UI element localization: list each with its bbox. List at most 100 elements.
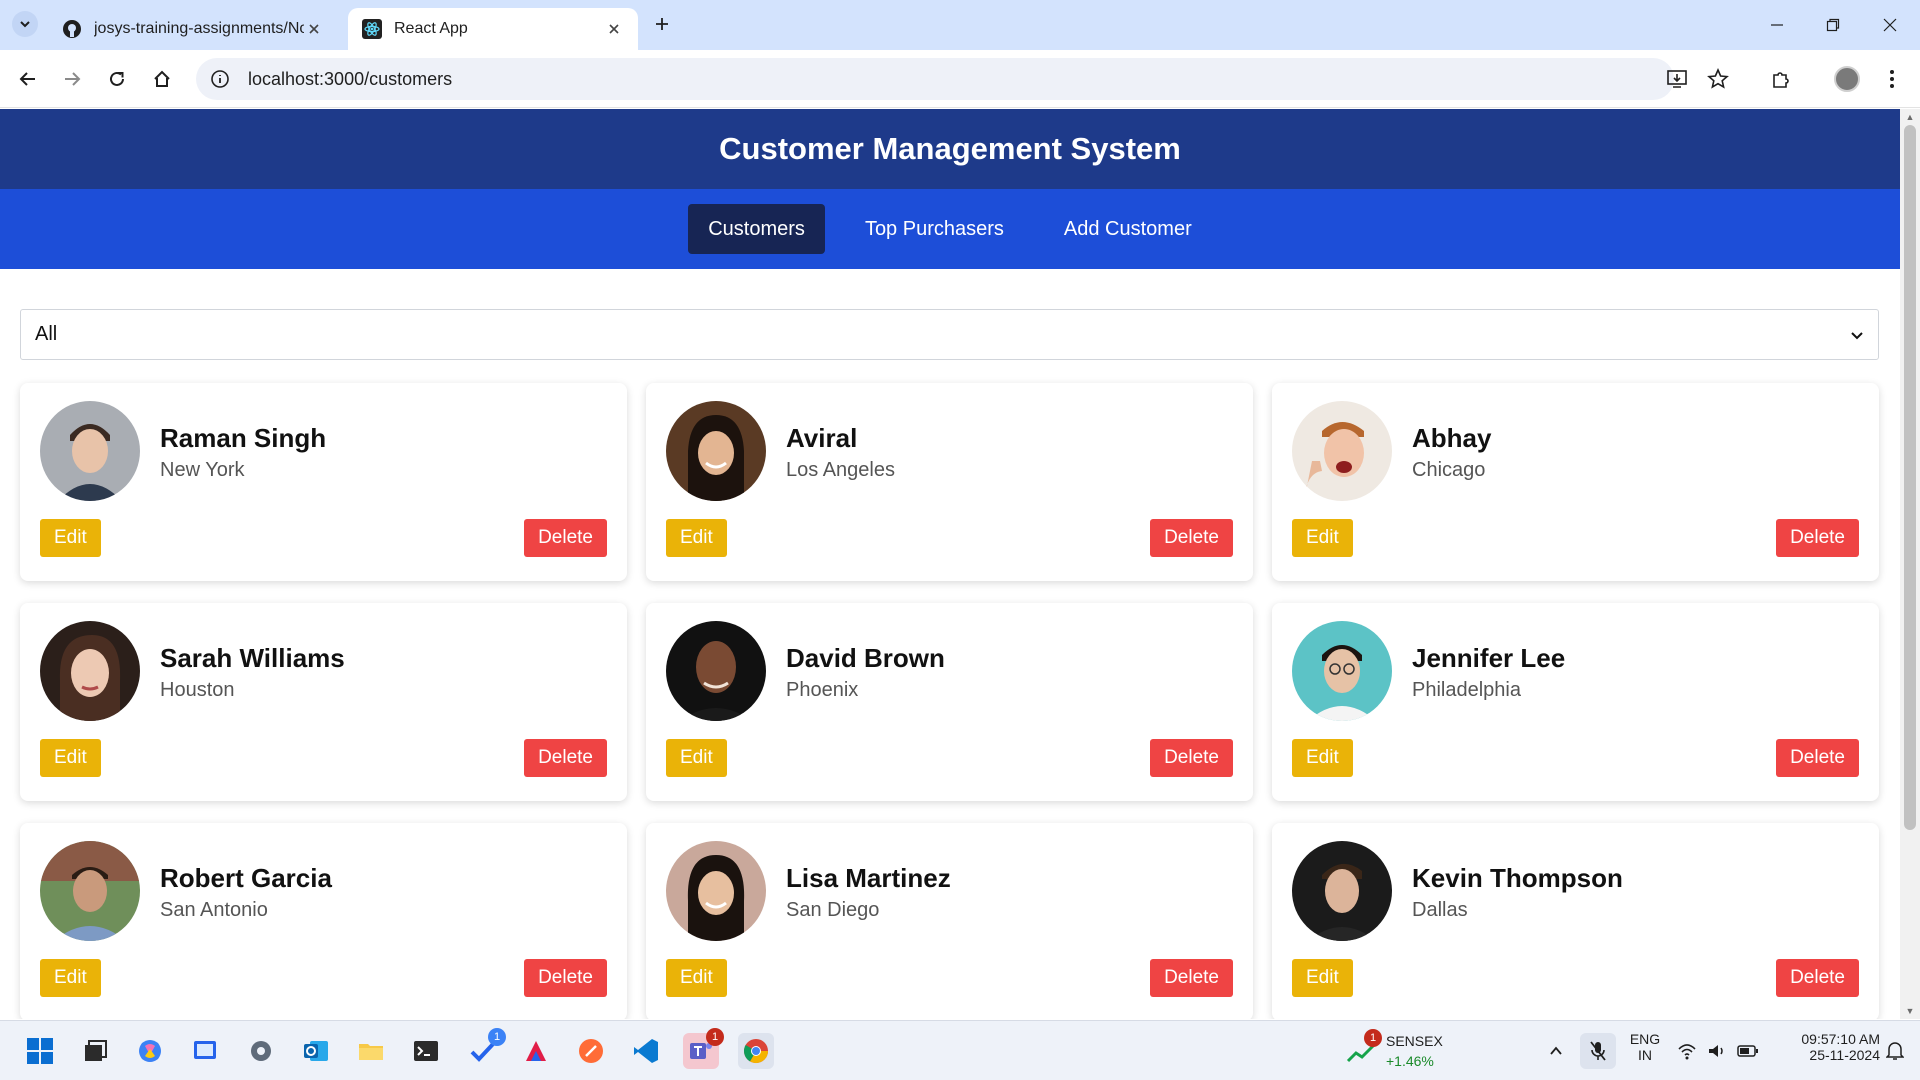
minimize-icon [1771, 24, 1783, 26]
edit-button[interactable]: Edit [40, 959, 101, 997]
city-filter-select[interactable]: All [20, 309, 1879, 360]
close-window-button[interactable] [1875, 10, 1905, 40]
page-scrollbar[interactable]: ▲ ▼ [1900, 109, 1920, 1019]
edit-button[interactable]: Edit [666, 739, 727, 777]
notifications-button[interactable] [1880, 1033, 1910, 1069]
app-header: Customer Management System [0, 109, 1900, 189]
delete-button[interactable]: Delete [524, 959, 607, 997]
delete-button[interactable]: Delete [1776, 739, 1859, 777]
sensex-widget[interactable]: 1 SENSEX +1.46% [1346, 1029, 1466, 1073]
delete-button[interactable]: Delete [1776, 519, 1859, 557]
customer-name: Kevin Thompson [1412, 863, 1623, 893]
clock-time: 09:57:10 AM [1801, 1031, 1880, 1047]
gear-icon [251, 1041, 271, 1061]
file-explorer-button[interactable] [353, 1033, 389, 1069]
customer-card: Lisa Martinez San Diego Edit Delete [646, 823, 1253, 1019]
install-app-button[interactable] [1663, 65, 1691, 93]
extensions-button[interactable] [1767, 65, 1795, 93]
delete-button[interactable]: Delete [1776, 959, 1859, 997]
customer-card: Abhay Chicago Edit Delete [1272, 383, 1879, 581]
close-icon[interactable] [304, 19, 324, 39]
nav-add-customer[interactable]: Add Customer [1044, 204, 1212, 254]
delete-button[interactable]: Delete [1150, 959, 1233, 997]
postman-button[interactable] [573, 1033, 609, 1069]
teams-button[interactable]: 1 [683, 1028, 724, 1069]
puzzle-icon [1773, 72, 1789, 88]
edit-button[interactable]: Edit [1292, 959, 1353, 997]
avatar [1834, 66, 1860, 92]
edit-button[interactable]: Edit [40, 739, 101, 777]
widgets-button[interactable] [187, 1033, 223, 1069]
tab-title: React App [394, 20, 468, 37]
quick-settings-button[interactable] [1672, 1033, 1764, 1069]
copilot-icon [139, 1040, 161, 1062]
reload-button[interactable] [103, 65, 131, 93]
delete-button[interactable]: Delete [524, 519, 607, 557]
customer-city: Philadelphia [1412, 679, 1521, 701]
delete-button[interactable]: Delete [1150, 519, 1233, 557]
profile-button[interactable] [1833, 65, 1861, 93]
outlook-button[interactable] [298, 1033, 334, 1069]
chevron-up-icon [1550, 1046, 1562, 1055]
start-button[interactable] [22, 1033, 58, 1069]
page-viewport: Customer Management System Customers Top… [0, 109, 1900, 1019]
edit-button[interactable]: Edit [40, 519, 101, 557]
plus-icon [656, 18, 668, 30]
delete-button[interactable]: Delete [1150, 739, 1233, 777]
minimize-button[interactable] [1762, 10, 1792, 40]
edit-button[interactable]: Edit [666, 959, 727, 997]
forward-button[interactable] [58, 65, 86, 93]
show-hidden-icons-button[interactable] [1538, 1033, 1574, 1069]
app-button[interactable] [518, 1033, 554, 1069]
windows-icon [27, 1038, 53, 1064]
app-icon [526, 1041, 546, 1061]
scrollbar-thumb[interactable] [1904, 125, 1916, 830]
todo-button[interactable]: 1 [465, 1028, 506, 1069]
filter-value: All [35, 323, 58, 345]
close-icon[interactable] [604, 19, 624, 39]
back-button[interactable] [14, 65, 42, 93]
customer-city: San Diego [786, 899, 880, 921]
task-view-icon [85, 1040, 107, 1061]
home-button[interactable] [148, 65, 176, 93]
battery-icon [1737, 1045, 1758, 1057]
edit-button[interactable]: Edit [1292, 739, 1353, 777]
wifi-icon [1678, 1044, 1696, 1060]
language-indicator[interactable]: ENG IN [1625, 1031, 1665, 1063]
site-info-icon[interactable] [208, 67, 232, 91]
edit-button[interactable]: Edit [1292, 519, 1353, 557]
edit-button[interactable]: Edit [666, 519, 727, 557]
tab-github[interactable]: josys-training-assignments/Nov [48, 8, 338, 50]
customer-card: Jennifer Lee Philadelphia Edit Delete [1272, 603, 1879, 801]
clock[interactable]: 09:57:10 AM 25-11-2024 [1770, 1031, 1880, 1063]
avatar [666, 621, 766, 721]
chrome-button[interactable] [738, 1033, 774, 1069]
avatar [1292, 841, 1392, 941]
terminal-button[interactable] [408, 1033, 444, 1069]
bookmark-button[interactable] [1704, 65, 1732, 93]
menu-button[interactable] [1878, 65, 1906, 93]
avatar [40, 401, 140, 501]
customer-name: Jennifer Lee [1412, 643, 1566, 673]
avatar [666, 401, 766, 501]
task-view-button[interactable] [77, 1033, 113, 1069]
clock-date: 25-11-2024 [1809, 1047, 1880, 1063]
customer-city: Los Angeles [786, 459, 895, 481]
scroll-down-icon[interactable]: ▼ [1904, 1005, 1916, 1017]
delete-button[interactable]: Delete [524, 739, 607, 777]
restore-button[interactable] [1818, 10, 1848, 40]
tab-react-app[interactable]: React App [348, 8, 638, 50]
settings-button[interactable] [243, 1033, 279, 1069]
mic-button[interactable] [1580, 1033, 1616, 1069]
tab-search-button[interactable] [12, 11, 38, 37]
address-bar[interactable]: localhost:3000/customers [196, 58, 1674, 100]
react-icon [362, 19, 382, 39]
customer-card: Robert Garcia San Antonio Edit Delete [20, 823, 627, 1019]
vscode-button[interactable] [628, 1033, 664, 1069]
scroll-up-icon[interactable]: ▲ [1904, 111, 1916, 123]
copilot-button[interactable] [132, 1033, 168, 1069]
nav-top-purchasers[interactable]: Top Purchasers [845, 204, 1024, 254]
star-icon [1707, 68, 1729, 89]
nav-customers[interactable]: Customers [688, 204, 825, 254]
new-tab-button[interactable] [650, 12, 674, 36]
